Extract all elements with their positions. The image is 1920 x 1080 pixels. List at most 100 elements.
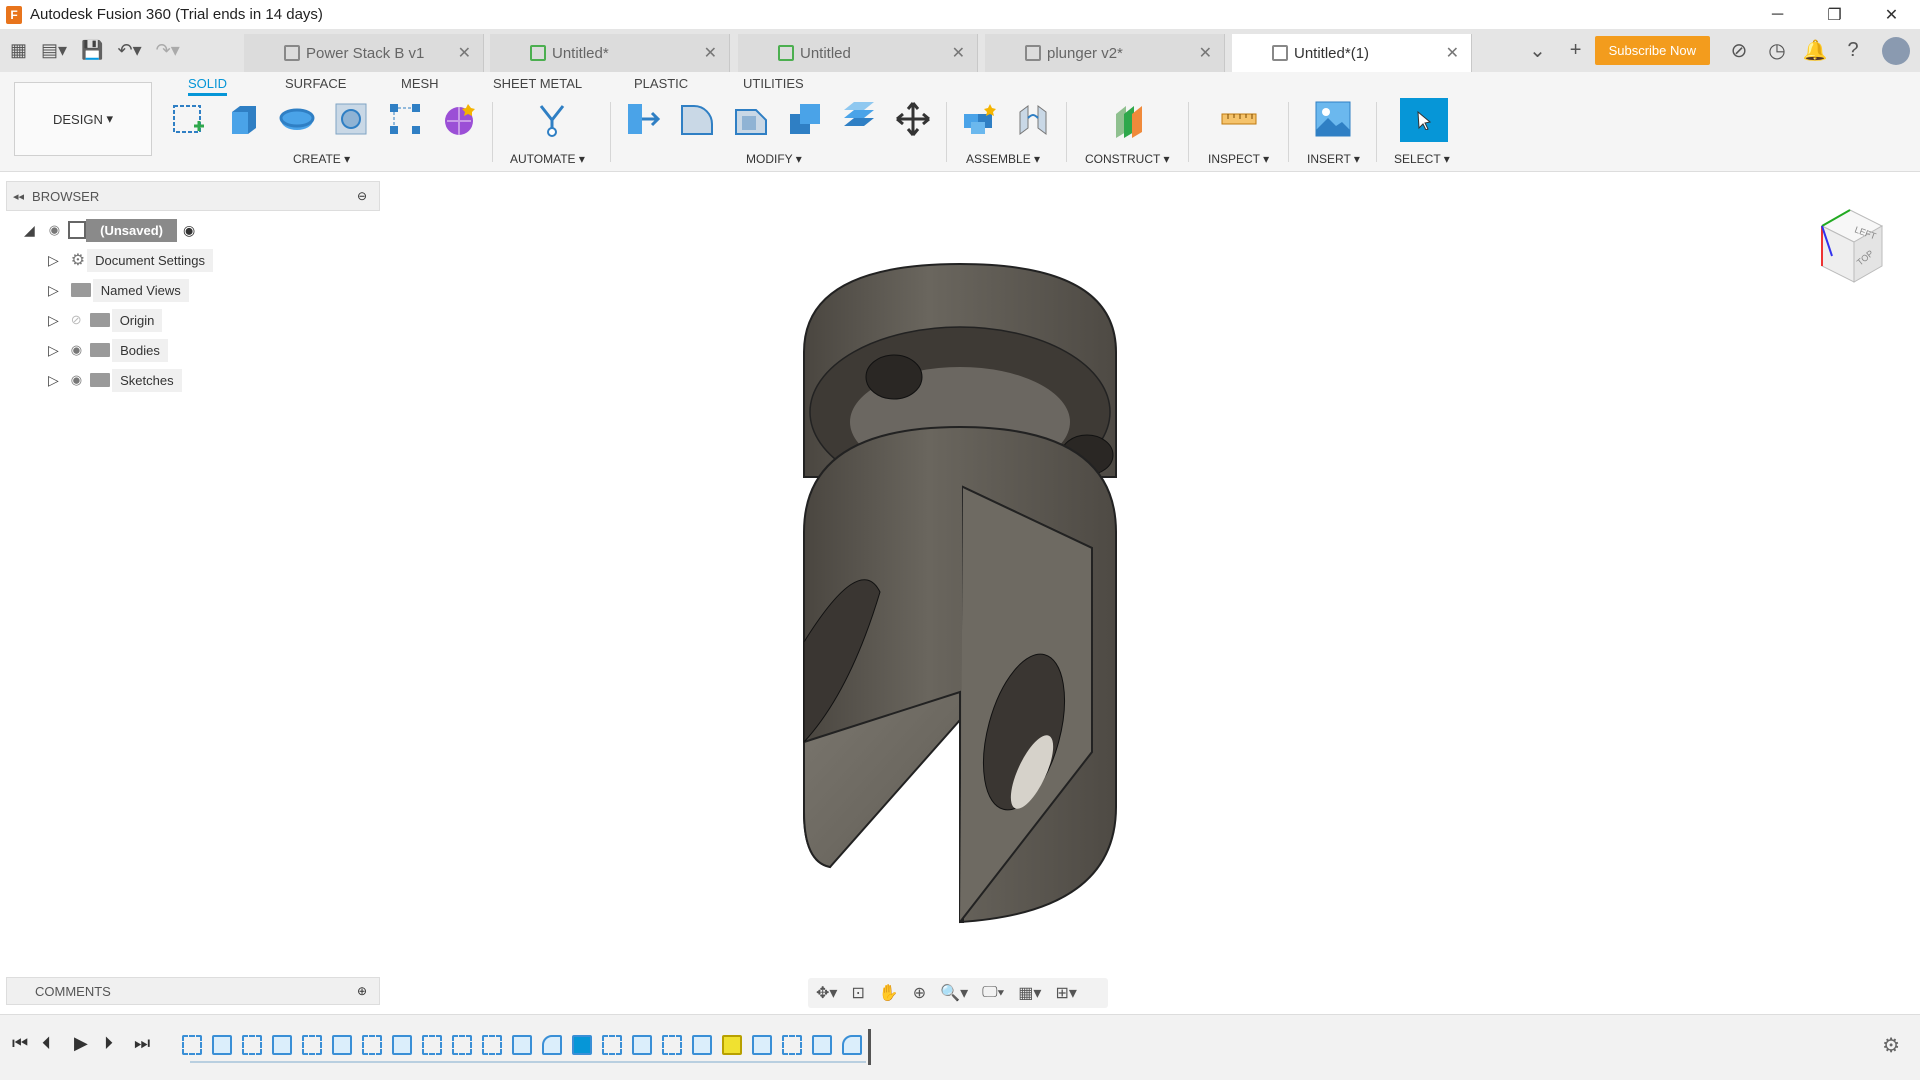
tab-solid[interactable]: SOLID xyxy=(188,74,228,96)
move-icon[interactable] xyxy=(894,100,932,138)
timeline-extrude-icon[interactable] xyxy=(632,1035,652,1055)
timeline-highlighted-sketch-icon[interactable] xyxy=(722,1035,742,1055)
undo-icon[interactable]: ↶▾ xyxy=(117,40,141,61)
close-tab-icon[interactable]: ✕ xyxy=(1446,43,1459,63)
timeline-extrude-icon[interactable] xyxy=(752,1035,772,1055)
step-back-icon[interactable]: ⏴ xyxy=(42,1033,51,1054)
tab-surface[interactable]: SURFACE xyxy=(285,74,346,96)
joint-icon[interactable] xyxy=(1014,100,1052,138)
expand-triangle-icon[interactable]: ▷ xyxy=(48,282,59,299)
browser-options-icon[interactable]: ⊖ xyxy=(357,189,367,203)
combine-icon[interactable] xyxy=(786,100,824,138)
tab-overflow-icon[interactable]: ⌄ xyxy=(1519,38,1557,63)
expand-triangle-icon[interactable]: ▷ xyxy=(48,312,59,329)
collapse-panel-icon[interactable]: ◂◂ xyxy=(13,190,24,203)
add-comment-icon[interactable]: ⊕ xyxy=(357,984,367,998)
select-menu[interactable]: SELECT ▾ xyxy=(1394,152,1450,166)
notifications-icon[interactable]: 🔔 xyxy=(1796,38,1834,63)
timeline-sketch-icon[interactable] xyxy=(302,1035,322,1055)
timeline-sketch-icon[interactable] xyxy=(422,1035,442,1055)
revolve-icon[interactable] xyxy=(278,100,316,138)
timeline-fillet-icon[interactable] xyxy=(542,1035,562,1055)
go-to-end-icon[interactable]: ⏭ xyxy=(134,1033,150,1054)
extensions-icon[interactable]: ⊘ xyxy=(1720,38,1758,63)
timeline-selected-feature-icon[interactable] xyxy=(572,1035,592,1055)
assemble-menu[interactable]: ASSEMBLE ▾ xyxy=(966,152,1040,166)
tab-sheet-metal[interactable]: SHEET METAL xyxy=(493,74,582,96)
form-icon[interactable] xyxy=(440,100,478,138)
tab-untitled[interactable]: Untitled ✕ xyxy=(738,34,978,72)
measure-icon[interactable] xyxy=(1220,100,1258,138)
offset-face-icon[interactable] xyxy=(840,100,878,138)
tab-untitled-star[interactable]: Untitled* ✕ xyxy=(490,34,730,72)
close-tab-icon[interactable]: ✕ xyxy=(952,43,965,63)
pattern-icon[interactable] xyxy=(386,100,424,138)
maximize-button[interactable]: ❐ xyxy=(1806,0,1863,29)
tab-plunger[interactable]: plunger v2* ✕ xyxy=(985,34,1225,72)
model-body[interactable] xyxy=(380,172,1920,1014)
go-to-start-icon[interactable]: ⏮ xyxy=(12,1033,28,1054)
timeline-fillet-icon[interactable] xyxy=(842,1035,862,1055)
fillet-icon[interactable] xyxy=(678,100,716,138)
automate-icon[interactable] xyxy=(533,100,571,138)
timeline-marker[interactable] xyxy=(868,1029,871,1065)
tree-item-document-settings[interactable]: ▷ ⚙ Document Settings xyxy=(48,247,213,273)
subscribe-button[interactable]: Subscribe Now xyxy=(1594,36,1710,65)
close-tab-icon[interactable]: ✕ xyxy=(458,43,471,63)
visibility-eye-icon[interactable]: ◉ xyxy=(71,372,82,388)
tab-power-stack[interactable]: Power Stack B v1 ✕ xyxy=(244,34,484,72)
tree-item-origin[interactable]: ▷ ⊘ Origin xyxy=(48,307,163,333)
offset-plane-icon[interactable] xyxy=(1110,100,1148,138)
timeline-extrude-icon[interactable] xyxy=(692,1035,712,1055)
help-icon[interactable]: ? xyxy=(1834,39,1872,62)
collapse-triangle-icon[interactable]: ◢ xyxy=(24,222,35,239)
file-menu-icon[interactable]: ▤▾ xyxy=(41,40,67,61)
workspace-switcher[interactable]: DESIGN ▾ xyxy=(14,82,152,156)
close-tab-icon[interactable]: ✕ xyxy=(704,43,717,63)
timeline-sketch-icon[interactable] xyxy=(482,1035,502,1055)
look-at-icon[interactable]: ⊡ xyxy=(851,983,864,1003)
view-cube[interactable]: LEFT TOP xyxy=(1792,196,1892,296)
expand-triangle-icon[interactable]: ▷ xyxy=(48,252,59,269)
avatar[interactable] xyxy=(1882,36,1910,65)
timeline-extrude-icon[interactable] xyxy=(272,1035,292,1055)
create-sketch-icon[interactable] xyxy=(170,100,208,138)
tree-item-bodies[interactable]: ▷ ◉ Bodies xyxy=(48,337,168,363)
canvas-viewport[interactable] xyxy=(380,172,1920,1014)
timeline-extrude-icon[interactable] xyxy=(392,1035,412,1055)
job-status-icon[interactable]: ◷ xyxy=(1758,38,1796,63)
grid-settings-icon[interactable]: ▦▾ xyxy=(1018,983,1041,1003)
timeline-sketch-icon[interactable] xyxy=(242,1035,262,1055)
timeline-extrude-icon[interactable] xyxy=(332,1035,352,1055)
minimize-button[interactable]: ─ xyxy=(1749,0,1806,29)
tree-item-sketches[interactable]: ▷ ◉ Sketches xyxy=(48,367,182,393)
visibility-eye-icon[interactable]: ◉ xyxy=(49,222,60,238)
insert-menu[interactable]: INSERT ▾ xyxy=(1307,152,1360,166)
close-tab-icon[interactable]: ✕ xyxy=(1199,43,1212,63)
tab-untitled-1[interactable]: Untitled*(1) ✕ xyxy=(1232,34,1472,72)
timeline-sketch-icon[interactable] xyxy=(452,1035,472,1055)
timeline-sketch-icon[interactable] xyxy=(362,1035,382,1055)
activate-radio-icon[interactable]: ◉ xyxy=(183,222,195,239)
tab-utilities[interactable]: UTILITIES xyxy=(743,74,804,96)
timeline-extrude-icon[interactable] xyxy=(812,1035,832,1055)
zoom-window-icon[interactable]: 🔍▾ xyxy=(940,983,968,1003)
pan-icon[interactable]: ✋ xyxy=(879,983,899,1003)
save-icon[interactable]: 💾 xyxy=(81,40,103,61)
extrude-icon[interactable] xyxy=(224,100,262,138)
tab-mesh[interactable]: MESH xyxy=(401,74,439,96)
new-component-icon[interactable] xyxy=(960,100,998,138)
create-menu[interactable]: CREATE ▾ xyxy=(293,152,350,166)
redo-icon[interactable]: ↷▾ xyxy=(156,40,180,61)
data-panel-icon[interactable]: ▦ xyxy=(10,40,27,61)
hidden-eye-icon[interactable]: ⊘ xyxy=(71,312,82,328)
visibility-eye-icon[interactable]: ◉ xyxy=(71,342,82,358)
new-tab-icon[interactable]: + xyxy=(1557,39,1595,62)
timeline-sketch-icon[interactable] xyxy=(602,1035,622,1055)
insert-image-icon[interactable] xyxy=(1314,100,1352,138)
timeline-extrude-icon[interactable] xyxy=(512,1035,532,1055)
tree-item-named-views[interactable]: ▷ Named Views xyxy=(48,277,189,303)
press-pull-icon[interactable] xyxy=(624,100,662,138)
construct-menu[interactable]: CONSTRUCT ▾ xyxy=(1085,152,1169,166)
timeline-extrude-icon[interactable] xyxy=(212,1035,232,1055)
